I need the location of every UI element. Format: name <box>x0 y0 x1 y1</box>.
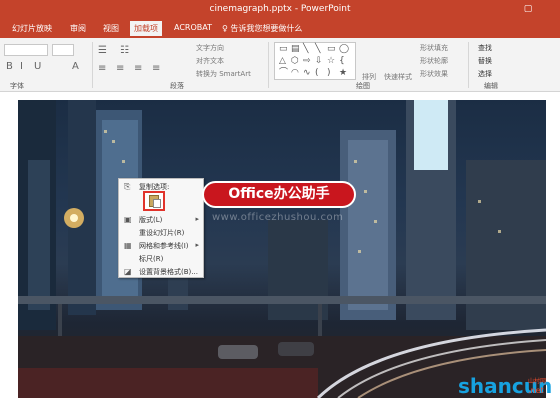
quick-styles-button[interactable]: 快速样式 <box>384 72 412 82</box>
bracket-shape-icon[interactable]: ) <box>327 69 331 78</box>
context-menu: ⎘ 复制选项: ▣ 版式(L) ▸ 重设幻灯片(R) ▦ 网格和参考线(I) ▸… <box>118 178 204 278</box>
menu-item-reset-slide[interactable]: 重设幻灯片(R) <box>119 226 203 239</box>
curve-shape-icon[interactable]: ∿ <box>303 69 311 78</box>
clipboard-icon: ⎘ <box>124 182 131 191</box>
grid-icon: ▦ <box>124 241 132 250</box>
numbering-icon[interactable]: ☷ <box>120 46 129 56</box>
tab-review[interactable]: 审阅 <box>70 23 86 34</box>
arc-shape-icon[interactable]: ◠ <box>291 69 299 78</box>
brace-shape-icon[interactable]: { <box>339 57 345 66</box>
arrow-shape-icon[interactable]: ⇩ <box>315 57 323 66</box>
ribbon-tabs: 幻灯片放映 审阅 视图 加载项 ACROBAT ♀ 告诉我您想要做什么 <box>0 20 560 38</box>
page-icon <box>153 199 161 208</box>
office-assistant-watermark: Office办公助手 <box>202 181 356 208</box>
tab-view[interactable]: 视图 <box>103 23 119 34</box>
textbox-shape-icon[interactable]: ▤ <box>291 45 300 54</box>
menu-item-label: 设置背景格式(B)... <box>139 268 198 276</box>
title-bar: cinemagraph.pptx - PowerPoint ▢ <box>0 0 560 20</box>
watermark-url: www.officezhushou.com <box>212 212 344 223</box>
menu-item-label: 网格和参考线(I) <box>139 242 189 250</box>
align-right-icon[interactable]: ≡ <box>134 64 142 74</box>
group-separator <box>92 42 93 88</box>
group-separator <box>268 42 269 88</box>
rectangle-shape-icon[interactable]: ▭ <box>327 45 336 54</box>
paste-as-picture-option[interactable] <box>143 191 165 211</box>
slide-pane <box>0 92 560 407</box>
background-format-icon: ◪ <box>124 267 132 276</box>
menu-item-format-background[interactable]: ◪ 设置背景格式(B)... <box>119 265 203 278</box>
restore-window-icon[interactable]: ▢ <box>522 3 534 15</box>
menu-item-grid-guides[interactable]: ▦ 网格和参考线(I) ▸ <box>119 239 203 252</box>
drawing-group-label: 绘图 <box>356 82 370 90</box>
bullets-icon[interactable]: ☰ <box>98 46 107 56</box>
font-color-icon[interactable]: A <box>72 62 79 72</box>
replace-button[interactable]: 替换 <box>478 56 492 66</box>
underline-icon[interactable]: U <box>34 62 41 72</box>
star-shape-icon[interactable]: ★ <box>339 69 347 78</box>
bracket-shape-icon[interactable]: ( <box>315 69 319 78</box>
shancun-logo-cn: 山村网 <box>528 378 547 385</box>
line-shape-icon[interactable]: ╲ <box>303 45 308 54</box>
font-name-box[interactable] <box>4 44 48 56</box>
group-separator <box>468 42 469 88</box>
submenu-arrow-icon: ▸ <box>195 241 199 249</box>
menu-item-layout[interactable]: ▣ 版式(L) ▸ <box>119 213 203 226</box>
align-left-icon[interactable]: ≡ <box>98 64 106 74</box>
shape-fill-button[interactable]: 形状填充 <box>420 43 448 53</box>
oval-shape-icon[interactable]: ◯ <box>339 45 349 54</box>
tab-slideshow[interactable]: 幻灯片放映 <box>12 23 52 34</box>
tab-acrobat[interactable]: ACROBAT <box>174 23 212 32</box>
bold-icon[interactable]: B <box>6 62 13 72</box>
arrow-shape-icon[interactable]: ⇨ <box>303 57 311 66</box>
find-button[interactable]: 查找 <box>478 43 492 53</box>
justify-icon[interactable]: ≡ <box>152 64 160 74</box>
rectangle-shape-icon[interactable]: ▭ <box>279 45 288 54</box>
layout-icon: ▣ <box>124 215 132 224</box>
menu-item-label: 版式(L) <box>139 216 163 224</box>
triangle-shape-icon[interactable]: △ <box>279 57 286 66</box>
align-text-button[interactable]: 对齐文本 <box>196 56 224 66</box>
menu-item-ruler[interactable]: 标尺(R) <box>119 252 203 265</box>
menu-item-label: 标尺(R) <box>139 255 164 263</box>
shape-effects-button[interactable]: 形状效果 <box>420 69 448 79</box>
slide-canvas[interactable] <box>18 100 546 398</box>
hexagon-shape-icon[interactable]: ⬡ <box>291 57 299 66</box>
menu-item-label: 重设幻灯片(R) <box>139 229 185 237</box>
tab-addins[interactable]: 加载项 <box>130 21 162 36</box>
paragraph-group-label: 段落 <box>170 82 184 90</box>
star-shape-icon[interactable]: ☆ <box>327 57 335 66</box>
editing-group-label: 编辑 <box>484 82 498 90</box>
line-shape-icon[interactable]: ╲ <box>315 45 320 54</box>
submenu-arrow-icon: ▸ <box>195 215 199 223</box>
shapes-gallery[interactable]: ▭ ▤ ╲ ╲ ▭ ◯ △ ⬡ ⇨ ⇩ ☆ { ⌒ ◠ ∿ ( ) ★ <box>274 42 356 80</box>
convert-smartart-button[interactable]: 转换为 SmartArt <box>196 69 251 79</box>
text-direction-button[interactable]: 文字方向 <box>196 43 224 53</box>
select-button[interactable]: 选择 <box>478 69 492 79</box>
window-title: cinemagraph.pptx - PowerPoint <box>209 4 351 14</box>
font-size-box[interactable] <box>52 44 74 56</box>
shancun-logo-domain: .net <box>528 386 544 395</box>
italic-icon[interactable]: I <box>20 62 23 72</box>
night-city-photo <box>18 100 546 398</box>
align-center-icon[interactable]: ≡ <box>116 64 124 74</box>
tell-me-search[interactable]: ♀ 告诉我您想要做什么 <box>222 23 302 34</box>
font-group-label: 字体 <box>10 82 24 90</box>
arc-shape-icon[interactable]: ⌒ <box>279 69 288 78</box>
shape-outline-button[interactable]: 形状轮廓 <box>420 56 448 66</box>
